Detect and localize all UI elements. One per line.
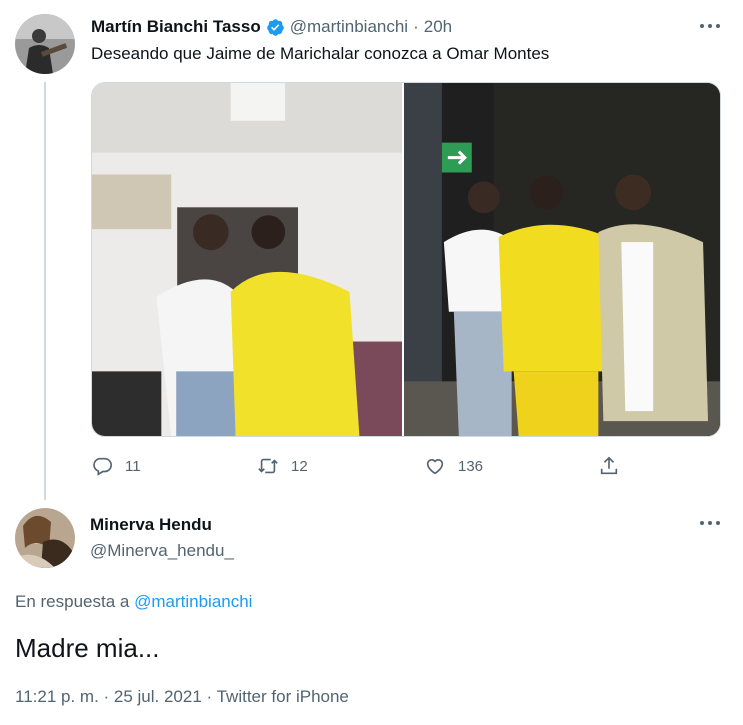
tweet-time[interactable]: 20h bbox=[424, 17, 452, 37]
author-avatar[interactable] bbox=[15, 14, 75, 74]
heart-icon bbox=[426, 459, 444, 475]
reply-author-avatar[interactable] bbox=[15, 508, 75, 568]
in-reply-to: En respuesta a @martinbianchi bbox=[15, 592, 252, 612]
in-reply-handle-link[interactable]: @martinbianchi bbox=[134, 592, 252, 611]
verified-badge-icon bbox=[266, 18, 285, 37]
reply-more-options-icon[interactable] bbox=[700, 521, 720, 527]
author-name[interactable]: Martín Bianchi Tasso bbox=[91, 17, 261, 37]
tweet-text: Deseando que Jaime de Marichalar conozca… bbox=[91, 44, 550, 63]
more-options-icon[interactable] bbox=[700, 24, 720, 30]
retweet-button[interactable]: 12 bbox=[257, 455, 308, 477]
in-reply-prefix: En respuesta a bbox=[15, 592, 130, 611]
reply-meta[interactable]: 11:21 p. m. · 25 jul. 2021 · Twitter for… bbox=[15, 687, 349, 707]
tweet-header: Martín Bianchi Tasso @martinbianchi · 20… bbox=[91, 17, 452, 37]
reply-icon bbox=[93, 457, 112, 476]
reply-author-name[interactable]: Minerva Hendu bbox=[90, 515, 212, 535]
reply-button[interactable]: 11 bbox=[91, 455, 141, 477]
tweet-photos bbox=[91, 82, 721, 437]
thread-line bbox=[44, 82, 46, 500]
photo-2[interactable] bbox=[404, 83, 720, 436]
separator: · bbox=[413, 17, 419, 36]
retweet-icon bbox=[258, 458, 278, 474]
author-handle[interactable]: @martinbianchi bbox=[290, 17, 408, 37]
share-button[interactable] bbox=[598, 455, 620, 477]
share-icon bbox=[600, 456, 618, 475]
retweet-count: 12 bbox=[291, 457, 308, 475]
reply-text: Madre mia... bbox=[15, 633, 160, 663]
photo-1[interactable] bbox=[92, 83, 405, 436]
reply-author-handle[interactable]: @Minerva_hendu_ bbox=[90, 541, 234, 561]
like-count: 136 bbox=[458, 457, 484, 475]
like-button[interactable]: 136 bbox=[424, 455, 483, 477]
reply-count: 11 bbox=[125, 457, 141, 475]
